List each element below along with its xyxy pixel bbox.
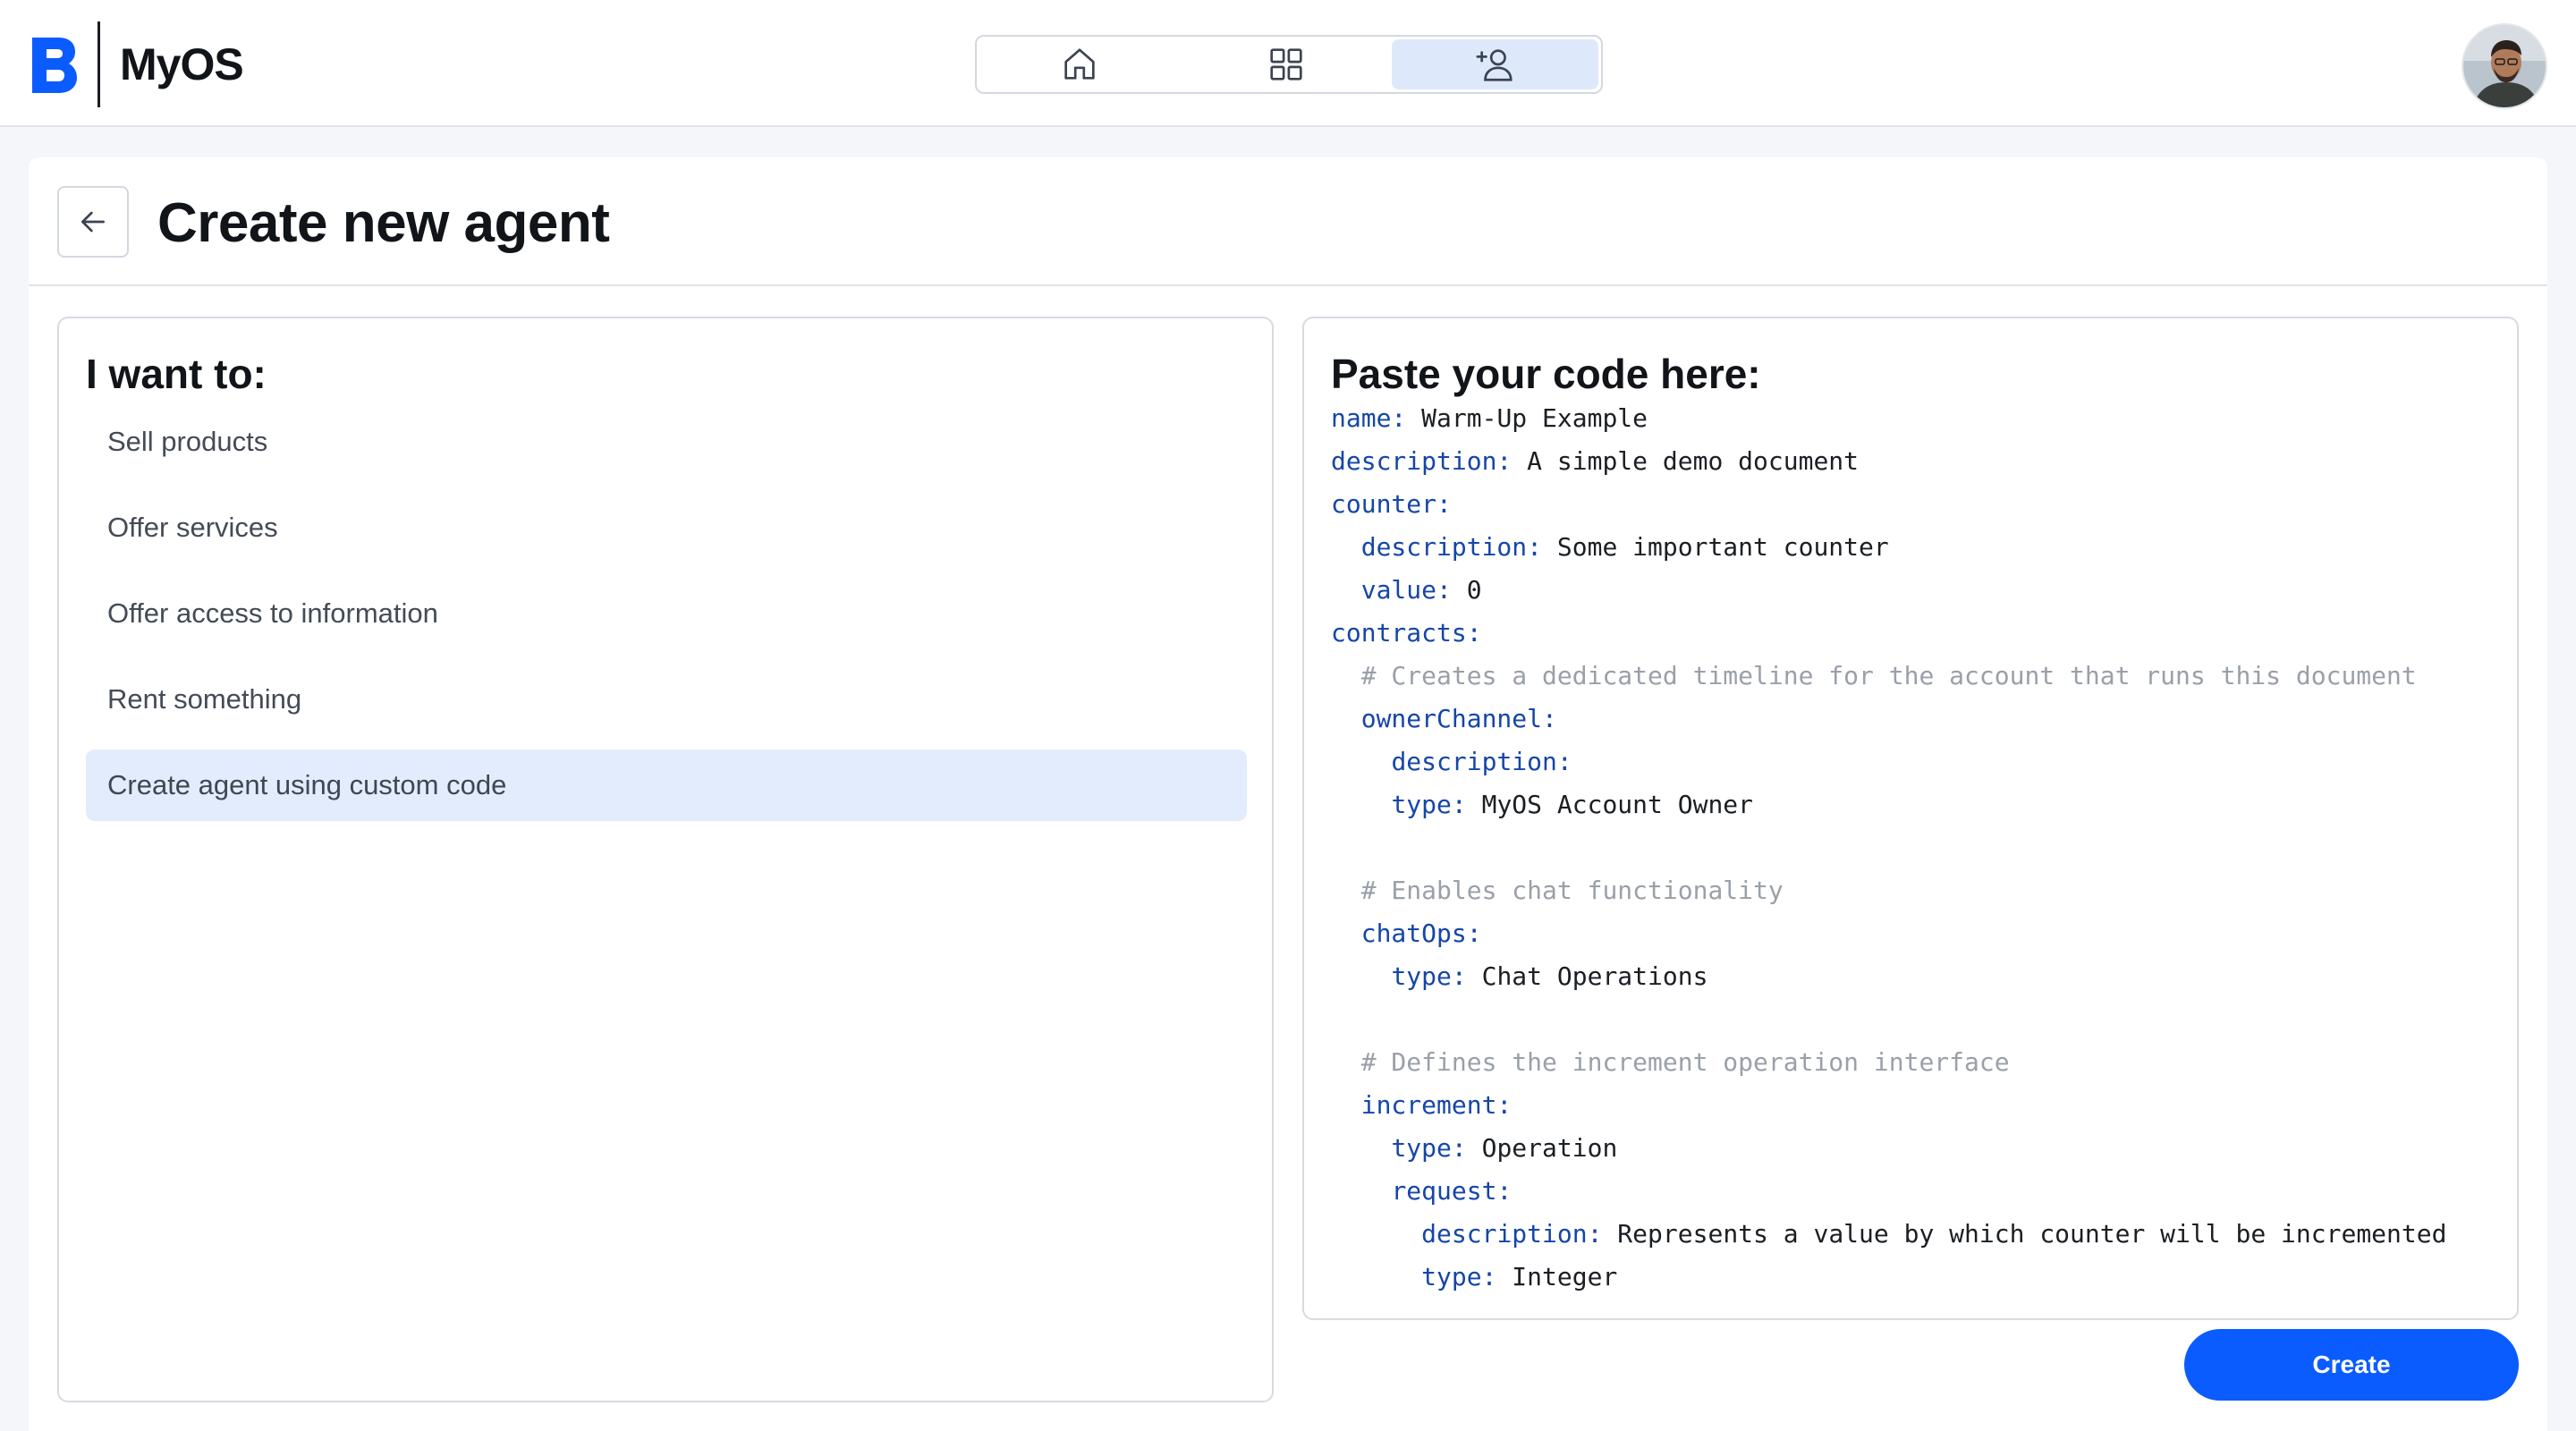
code-line: ownerChannel: [1331,698,2494,741]
code-key: type: [1391,1133,1467,1163]
app-name[interactable]: MyOS [120,36,244,93]
code-key: name: [1331,403,1407,433]
option-offer-services[interactable]: Offer services [86,492,1247,563]
nav-agents[interactable] [1392,39,1599,89]
code-line: # Creates a dedicated timeline for the a… [1331,655,2494,698]
code-key: description: [1391,747,1572,776]
option-label: Sell products [107,426,268,457]
page-header: Create new agent [29,157,2547,286]
code-line: increment: [1331,1084,2494,1127]
option-label: Create agent using custom code [107,769,507,800]
code-key: chatOps: [1360,919,1482,948]
intent-panel-title: I want to: [86,351,267,397]
code-value: Integer [1496,1262,1618,1291]
code-comment: # Defines the increment operation interf… [1360,1047,2010,1077]
code-line: description: A simple demo document [1331,440,2494,483]
code-value: Warm-Up Example [1406,403,1648,433]
option-offer-access-information[interactable]: Offer access to information [86,578,1247,649]
nav-home[interactable] [977,37,1183,92]
option-rent-something[interactable]: Rent something [86,664,1247,735]
code-key: type: [1391,790,1467,819]
intent-panel: I want to: Sell products Offer services … [57,317,1274,1402]
code-key: value: [1360,575,1452,605]
code-value: Some important counter [1542,532,1889,562]
code-key: increment: [1360,1090,1513,1120]
code-key: contracts: [1331,618,1482,648]
code-line: description: [1331,741,2494,783]
code-comment: # Enables chat functionality [1360,876,1784,905]
intent-options: Sell products Offer services Offer acces… [86,406,1247,835]
code-value: A simple demo document [1512,446,1860,476]
code-line: chatOps: [1331,912,2494,955]
code-key: type: [1391,961,1467,991]
page-title: Create new agent [157,192,610,254]
code-key: request: [1391,1176,1513,1206]
option-label: Rent something [107,683,302,715]
code-line: value: 0 [1331,569,2494,612]
code-line: type: Operation [1331,1127,2494,1170]
home-icon [1064,48,1096,80]
option-sell-products[interactable]: Sell products [86,406,1247,478]
code-line: contracts: [1331,612,2494,655]
code-line: type: MyOS Account Owner [1331,783,2494,826]
logo-divider [97,21,100,107]
code-line: # Enables chat functionality [1331,869,2494,912]
code-key: counter: [1331,489,1452,519]
nav-apps[interactable] [1183,37,1390,92]
option-label: Offer access to information [107,597,438,629]
code-key: description: [1331,446,1513,476]
main-nav [975,35,1603,94]
code-line: description: Some important counter [1331,526,2494,569]
code-line: # Defines the increment operation interf… [1331,1041,2494,1084]
code-value: Operation [1466,1133,1618,1163]
code-value: MyOS Account Owner [1466,790,1754,819]
option-custom-code[interactable]: Create agent using custom code [86,749,1247,821]
code-line: type: Integer [1331,1256,2494,1299]
code-value: Represents a value by which counter will… [1602,1219,2447,1249]
code-line: name: Warm-Up Example [1331,397,2494,440]
avatar-image [2463,25,2546,107]
code-line: request: [1331,1170,2494,1213]
code-key: ownerChannel: [1360,704,1557,733]
myos-logo-icon[interactable] [27,34,79,95]
code-panel: Paste your code here: name: Warm-Up Exam… [1302,317,2519,1320]
create-button[interactable]: Create [2184,1329,2519,1401]
user-avatar[interactable] [2462,23,2547,109]
code-key: description: [1360,532,1543,562]
top-bar: MyOS [0,0,2576,127]
arrow-left-icon [81,211,105,233]
option-label: Offer services [107,512,278,543]
code-comment: # Creates a dedicated timeline for the a… [1360,661,2417,690]
main-card: Create new agent I want to: Sell product… [29,157,2547,1431]
code-value: Chat Operations [1466,961,1708,991]
back-button[interactable] [57,186,129,258]
add-user-icon [1476,49,1513,81]
code-line: description: Represents a value by which… [1331,1213,2494,1256]
code-key: type: [1421,1262,1497,1291]
code-line: counter: [1331,483,2494,526]
code-key: description: [1421,1219,1603,1249]
code-line: type: Chat Operations [1331,955,2494,998]
grid-icon [1270,48,1302,80]
code-value: 0 [1451,575,1482,605]
code-panel-title: Paste your code here: [1331,351,1761,397]
code-editor[interactable]: name: Warm-Up Example description: A simp… [1331,397,2494,1299]
